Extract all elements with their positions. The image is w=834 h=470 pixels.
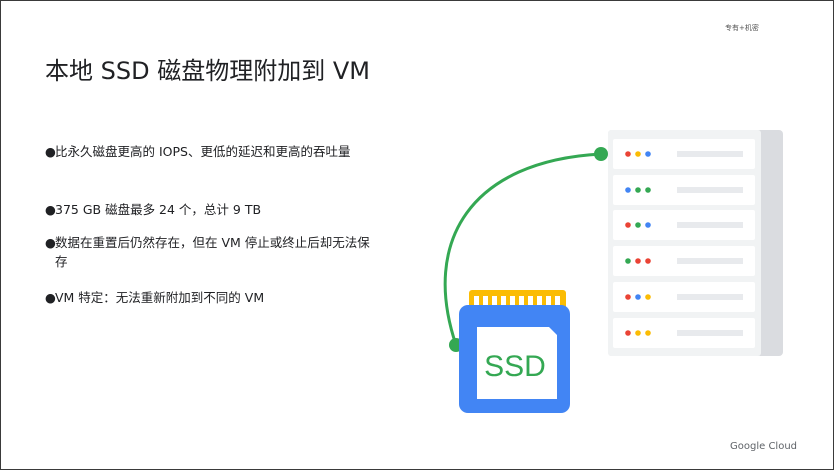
server-slot-bar: [677, 294, 743, 300]
status-light-icon: [625, 151, 631, 157]
status-light-icon: [645, 151, 651, 157]
ssd-pin: [510, 296, 515, 306]
server-slot-bar: [677, 222, 743, 228]
server-slot-bar: [677, 187, 743, 193]
ssd-pin: [483, 296, 488, 306]
status-light-icon: [645, 294, 651, 300]
ssd-pin: [492, 296, 497, 306]
status-light-icon: [635, 258, 641, 264]
ssd-pin: [546, 296, 551, 306]
status-light-icon: [625, 258, 631, 264]
ssd-pin: [555, 296, 560, 306]
server-slot-bar: [677, 151, 743, 157]
status-light-icon: [645, 330, 651, 336]
status-light-icon: [635, 330, 641, 336]
ssd-server-illustration: SSD: [443, 130, 783, 413]
status-light-icon: [625, 222, 631, 228]
status-light-icon: [645, 187, 651, 193]
status-light-icon: [625, 330, 631, 336]
server-slot-bar: [677, 258, 743, 264]
ssd-drive-icon: SSD: [459, 290, 570, 413]
ssd-pin: [528, 296, 533, 306]
server-rack-icon: [608, 130, 783, 356]
status-light-icon: [635, 187, 641, 193]
slide: 专有+机密 本地 SSD 磁盘物理附加到 VM ● 比永久磁盘更高的 IOPS、…: [0, 0, 834, 470]
status-light-icon: [645, 222, 651, 228]
status-light-icon: [635, 222, 641, 228]
status-light-icon: [635, 151, 641, 157]
ssd-pin: [519, 296, 524, 306]
status-light-icon: [625, 294, 631, 300]
ssd-pin: [537, 296, 542, 306]
connector-dot-icon: [594, 147, 608, 161]
status-light-icon: [625, 187, 631, 193]
ssd-label: SSD: [484, 350, 546, 383]
google-cloud-logo: Google Cloud: [730, 441, 798, 452]
server-slot-bar: [677, 330, 743, 336]
status-light-icon: [635, 294, 641, 300]
ssd-pin: [501, 296, 506, 306]
ssd-pin: [474, 296, 479, 306]
status-light-icon: [645, 258, 651, 264]
